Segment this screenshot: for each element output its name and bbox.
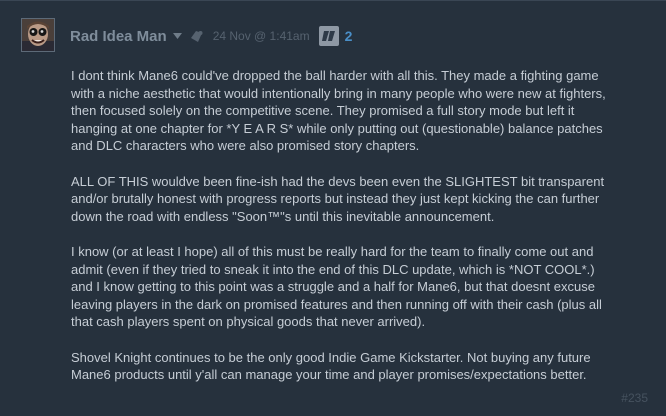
comment: Rad Idea Man 24 Nov @ 1:41am 2 I dont th…	[0, 0, 666, 416]
comment-header: Rad Idea Man 24 Nov @ 1:41am 2	[0, 1, 666, 57]
comment-index[interactable]: #235	[621, 391, 648, 405]
award-icon[interactable]	[189, 28, 205, 44]
author-name[interactable]: Rad Idea Man	[70, 28, 167, 45]
badge-count: 2	[344, 28, 353, 44]
comment-paragraph: ALL OF THIS wouldve been fine-ish had th…	[71, 173, 605, 224]
chevron-down-icon[interactable]	[173, 31, 183, 41]
comment-paragraph: I know (or at least I hope) all of this …	[71, 244, 602, 329]
author-row: Rad Idea Man 24 Nov @ 1:41am 2	[70, 26, 352, 46]
timestamp: 24 Nov @ 1:41am	[212, 29, 310, 43]
comment-paragraph: Shovel Knight continues to be the only g…	[71, 349, 591, 383]
community-badge[interactable]: 2	[318, 26, 353, 46]
avatar[interactable]	[21, 18, 55, 52]
comment-body: I dont think Mane6 could've dropped the …	[71, 67, 653, 402]
community-badge-icon	[318, 26, 339, 46]
avatar-image	[22, 19, 54, 51]
comment-paragraph: I dont think Mane6 could've dropped the …	[71, 68, 606, 153]
